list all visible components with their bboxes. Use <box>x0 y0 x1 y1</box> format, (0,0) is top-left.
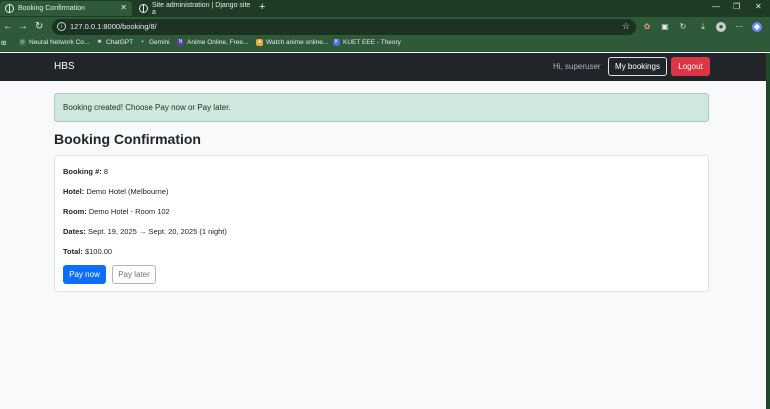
profile-avatar-icon[interactable]: ● <box>716 22 726 32</box>
anime-site-icon: N <box>177 39 184 46</box>
site-info-icon[interactable]: i <box>57 22 66 31</box>
pay-now-button[interactable]: Pay now <box>63 265 106 284</box>
browser-tab-bar: Booking Confirmation ✕ Site administrati… <box>0 0 770 17</box>
hotel-row: Hotel: Demo Hotel (Melbourne) <box>63 187 168 196</box>
maximize-icon[interactable]: ❐ <box>733 2 740 11</box>
browser-tab-django-admin[interactable]: Site administration | Django site a <box>134 1 254 16</box>
gemini-icon: ✦ <box>140 39 145 45</box>
kuet-icon: K <box>333 39 340 46</box>
download-icon[interactable]: ⤓ <box>698 22 708 32</box>
bookmark-item[interactable]: ✦ Gemini <box>139 39 169 46</box>
bookmarks-bar: ⊞ ◎ Neural Network Co... ✺ ChatGPT ✦ Gem… <box>0 37 770 52</box>
reload-icon[interactable]: ↻ <box>35 20 43 33</box>
dates-row: Dates: Sept. 19, 2025 → Sept. 20, 2025 (… <box>63 227 227 236</box>
hotel-value: Demo Hotel (Melbourne) <box>86 187 169 196</box>
total-value: $100.00 <box>84 247 113 256</box>
logout-button[interactable]: Logout <box>671 57 710 76</box>
back-icon[interactable]: ← <box>3 20 13 33</box>
window-edge <box>766 53 770 409</box>
page-title: Booking Confirmation <box>54 131 201 147</box>
booking-number-row: Booking #: 8 <box>63 167 108 176</box>
globe-icon <box>5 4 14 13</box>
site-navbar: HBS Hi, superuser My bookings Logout <box>0 53 766 81</box>
globe-icon <box>139 4 148 13</box>
user-greeting: Hi, superuser <box>553 62 601 71</box>
new-tab-icon[interactable]: + <box>259 1 265 14</box>
address-bar[interactable]: i 127.0.0.1:8000/booking/8/ ☆ <box>52 19 636 35</box>
copilot-icon[interactable]: ◆ <box>752 22 762 32</box>
bookmark-favicon-icon: ◎ <box>19 39 26 46</box>
brand-logo[interactable]: HBS <box>54 61 75 72</box>
browser-toolbar: ← → ↻ i 127.0.0.1:8000/booking/8/ ☆ ✿ ▣ … <box>0 17 770 37</box>
my-bookings-button[interactable]: My bookings <box>608 57 667 76</box>
menu-icon[interactable]: ⋯ <box>734 22 744 32</box>
booking-number-label: Booking #: <box>63 167 102 176</box>
anime-watch-icon: ● <box>256 39 263 46</box>
room-value: Demo Hotel - Room 102 <box>88 207 170 216</box>
total-row: Total: $100.00 <box>63 247 112 256</box>
dates-value: Sept. 19, 2025 → Sept. 20, 2025 (1 night… <box>88 227 227 236</box>
bookmark-item[interactable]: N Anime Online, Free... <box>177 39 248 46</box>
apps-icon[interactable]: ⊞ <box>1 39 6 47</box>
close-tab-icon[interactable]: ✕ <box>120 3 127 12</box>
chatgpt-icon: ✺ <box>97 39 102 45</box>
room-row: Room: Demo Hotel - Room 102 <box>63 207 170 216</box>
bookmark-star-icon[interactable]: ☆ <box>622 21 630 32</box>
url-text: 127.0.0.1:8000/booking/8/ <box>70 22 157 31</box>
total-label: Total: <box>63 247 83 256</box>
minimize-icon[interactable]: — <box>712 2 720 11</box>
hotel-label: Hotel: <box>63 187 85 196</box>
booking-card: Booking #: 8 Hotel: Demo Hotel (Melbourn… <box>54 155 709 292</box>
bookmark-item[interactable]: K KUET EEE - Theory <box>333 39 401 46</box>
forward-icon[interactable]: → <box>18 20 28 33</box>
extension-icon[interactable]: ✿ <box>642 22 652 32</box>
bookmark-item[interactable]: ✺ ChatGPT <box>96 39 133 46</box>
refresh-extension-icon[interactable]: ↻ <box>678 22 688 32</box>
booking-number-value: 8 <box>103 167 109 176</box>
bookmark-item[interactable]: ◎ Neural Network Co... <box>19 39 89 46</box>
extension-icon[interactable]: ▣ <box>660 22 670 32</box>
browser-tab-booking-confirmation[interactable]: Booking Confirmation ✕ <box>0 1 132 16</box>
tab-title: Site administration | Django site a <box>152 1 251 16</box>
tab-title: Booking Confirmation <box>18 5 85 12</box>
success-alert: Booking created! Choose Pay now or Pay l… <box>54 93 709 122</box>
room-label: Room: <box>63 207 87 216</box>
pay-later-button[interactable]: Pay later <box>112 265 156 284</box>
bookmark-item[interactable]: ● Watch anime online... <box>256 39 328 46</box>
close-window-icon[interactable]: ✕ <box>755 2 762 11</box>
dates-label: Dates: <box>63 227 86 236</box>
